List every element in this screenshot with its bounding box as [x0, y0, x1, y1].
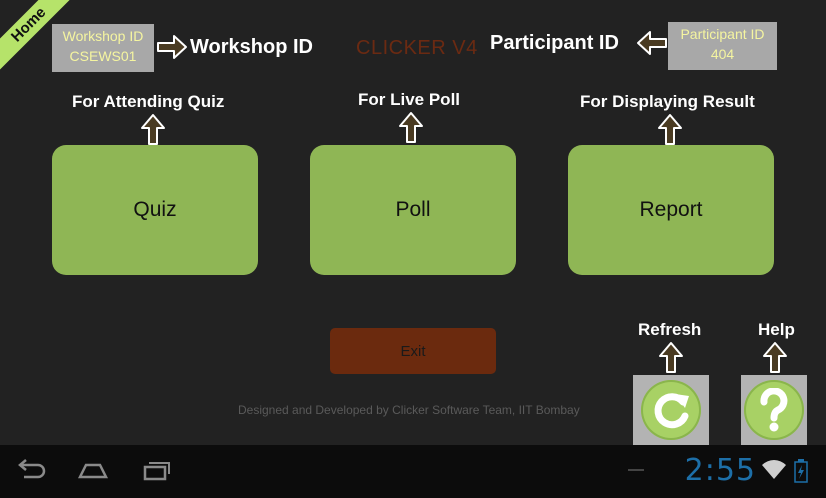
- report-hint: For Displaying Result: [580, 92, 755, 111]
- system-navigation-bar: 2:55: [0, 445, 826, 498]
- participant-id-header: Participant ID: [490, 32, 619, 54]
- help-button[interactable]: [741, 375, 807, 445]
- arrow-right-icon: [157, 35, 187, 59]
- quiz-hint: For Attending Quiz: [72, 92, 225, 111]
- refresh-hint: Refresh: [638, 320, 702, 339]
- refresh-icon: [654, 393, 689, 429]
- participant-id-value: 404: [710, 46, 735, 62]
- refresh-button[interactable]: [633, 375, 709, 445]
- status-clock: 2:55: [684, 453, 756, 488]
- poll-button[interactable]: Poll: [310, 145, 516, 275]
- workshop-id-header: Workshop ID: [190, 36, 313, 58]
- participant-id-label: Participant ID: [680, 26, 765, 42]
- app-screen: Home Workshop ID CSEWS01 Workshop ID CLI…: [0, 0, 826, 445]
- arrow-up-icon: [399, 112, 423, 143]
- back-icon[interactable]: [14, 457, 48, 483]
- exit-button[interactable]: Exit: [330, 328, 496, 374]
- recent-apps-icon[interactable]: [140, 457, 174, 483]
- workshop-id-label: Workshop ID: [62, 28, 144, 44]
- wifi-icon: [762, 460, 786, 479]
- battery-charging-icon: [794, 459, 808, 483]
- arrow-up-icon: [659, 342, 683, 373]
- quiz-button[interactable]: Quiz: [52, 145, 258, 275]
- arrow-up-icon: [763, 342, 787, 373]
- arrow-up-icon: [141, 114, 165, 145]
- arrow-up-icon: [658, 114, 682, 145]
- home-icon[interactable]: [76, 457, 110, 483]
- report-button[interactable]: Report: [568, 145, 774, 275]
- participant-id-box: Participant ID 404: [668, 22, 777, 70]
- help-hint: Help: [758, 320, 795, 339]
- help-circle: [744, 380, 804, 440]
- refresh-circle: [641, 380, 701, 440]
- app-title: CLICKER V4: [356, 37, 478, 59]
- workshop-id-value: CSEWS01: [69, 48, 137, 64]
- poll-hint: For Live Poll: [358, 90, 461, 109]
- notification-dash-icon: [628, 469, 644, 471]
- arrow-left-icon: [637, 31, 667, 55]
- credit-text: Designed and Developed by Clicker Softwa…: [238, 403, 580, 417]
- question-mark-icon: [760, 388, 788, 432]
- workshop-id-box: Workshop ID CSEWS01: [52, 24, 154, 72]
